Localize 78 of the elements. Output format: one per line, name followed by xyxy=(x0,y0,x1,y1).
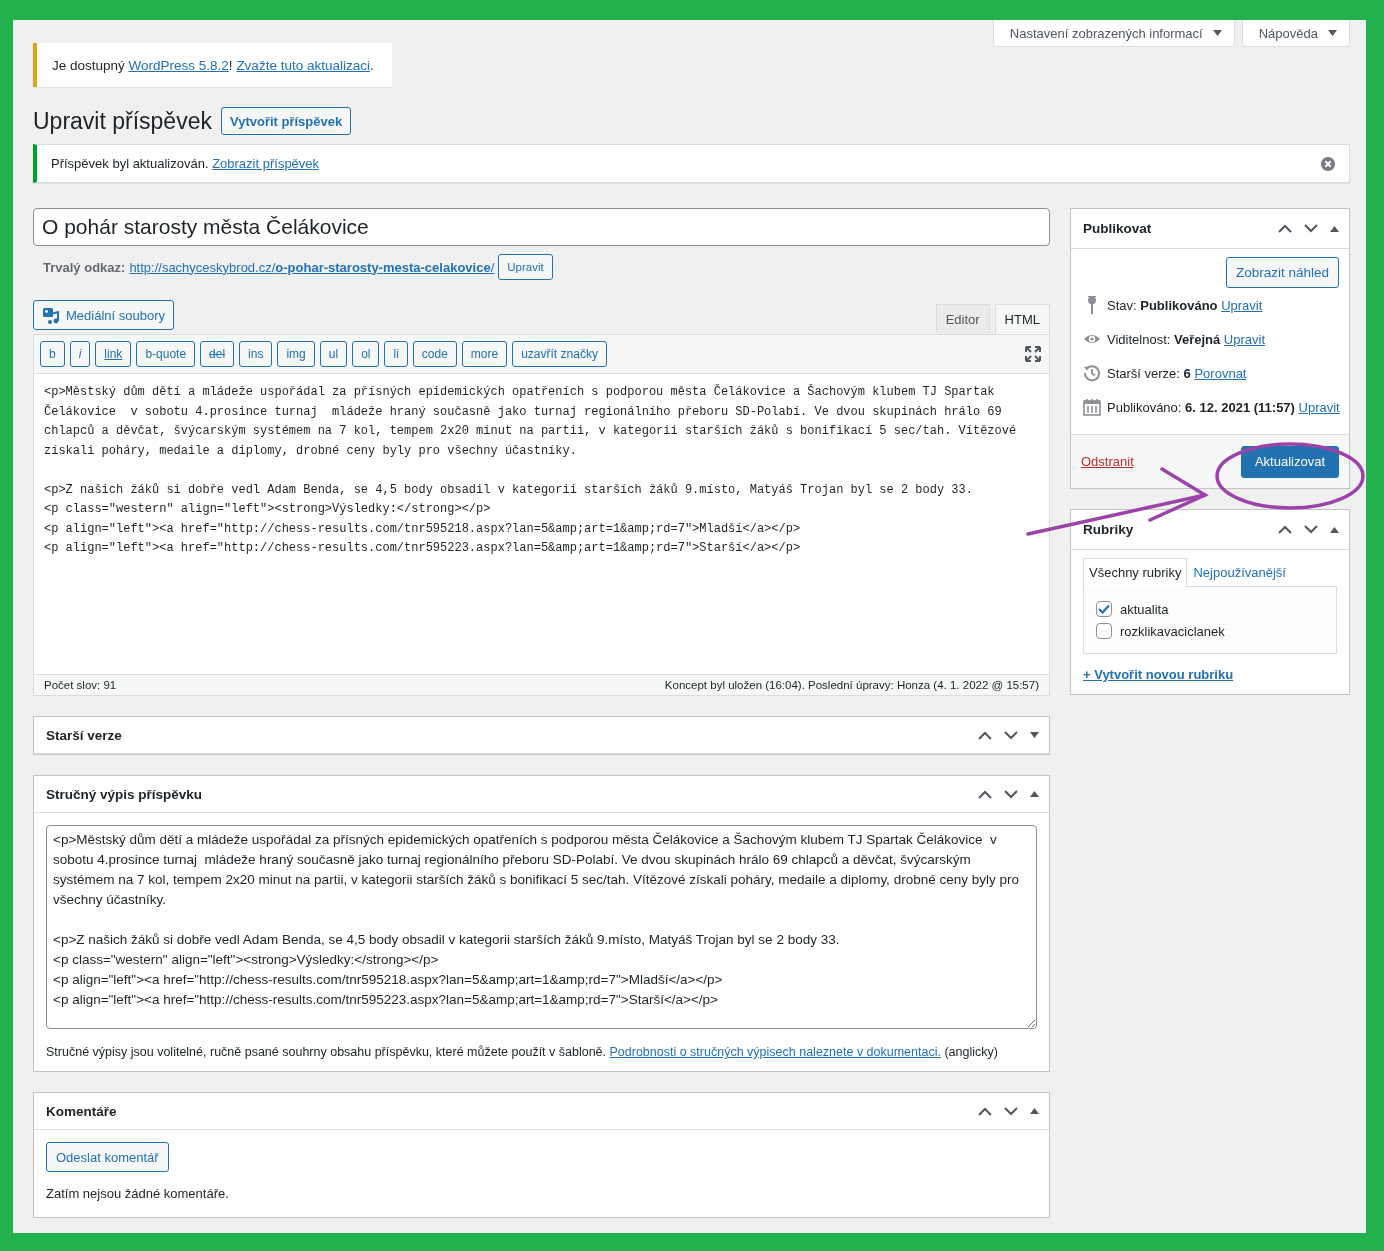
fullscreen-icon xyxy=(1025,346,1041,362)
quicktag-button[interactable]: img xyxy=(277,341,315,367)
media-icon xyxy=(42,306,60,324)
close-icon xyxy=(1321,156,1335,171)
checkbox[interactable] xyxy=(1096,623,1112,639)
publish-info-text: Viditelnost: Veřejná Upravit xyxy=(1107,331,1266,347)
chevron-up-icon xyxy=(978,1106,992,1116)
excerpt-textarea[interactable]: <p>Městský dům dětí a mládeže uspořádal za přísných epidemických opatřeních s podporou města Čelákovice a Šachovým klubem TJ Spartak Čelákovice v sobotu 4.prosince turnaj mládeže hraný současně jako turnaj regionálního přeboru SD-Polabí. Ve dvou skupinách hrálo 69 chlapců a děvčat, švýcarským systémem na 7 kol, tempem 2x20 minut na partii, v kategorii starších žáků s bonifikací 5 sec/tah. Vítězové získali poháry, medaile a diplomy, drobné ceny byly pro všechny účastníky. <p>Z našich žáků si dobře vedl Adam Benda, se 4,5 body obsadil v kategorii starších žáků 9.místo, Matyáš Trojan byl se 2 body 33. <p class="western" align="left"><strong>Výsledky:</strong></p> <p align="left"><a href="http://chess-results.com/tnr595218.aspx?lan=5&amp;art=1&amp;rd=7">Mladší</a></p> <p align="left"><a href="http://chess-results.com/tnr595223.aspx?lan=5&amp;art=1&amp;rd=7">Starší</a></p> xyxy=(46,825,1037,1029)
publish-info-text: Stav: Publikováno Upravit xyxy=(1107,297,1263,313)
excerpt-help-text: Stručné výpisy jsou volitelné, ručně psané souhrny obsahu příspěvku, které můžete použít v šabloně. Podrobnosti o stručných výpisech naleznete v dokumentaci. (anglicky) xyxy=(46,1045,999,1059)
quicktag-button[interactable]: i xyxy=(69,341,91,367)
link[interactable]: Upravit xyxy=(1221,297,1263,313)
chevron-up-icon xyxy=(978,789,992,799)
link[interactable]: Upravit xyxy=(1298,399,1340,415)
quicktag-button[interactable]: code xyxy=(412,341,457,367)
add-media-button[interactable]: Mediální soubory xyxy=(33,300,174,330)
calendar-icon xyxy=(1083,398,1101,416)
delete-link[interactable]: Odstranit xyxy=(1081,454,1134,469)
edit-permalink-button[interactable]: Upravit xyxy=(498,254,553,280)
quicktag-button[interactable]: li xyxy=(384,341,408,367)
box-title: Rubriky xyxy=(1083,522,1134,537)
category-label: rozklikavaciclanek xyxy=(1120,623,1225,639)
quicktag-button[interactable]: more xyxy=(461,341,508,367)
editor-tab[interactable]: HTML xyxy=(994,304,1050,334)
category-label: aktualita xyxy=(1120,601,1169,617)
checkbox[interactable] xyxy=(1096,601,1112,617)
chevron-down-icon xyxy=(1004,789,1018,799)
preview-button[interactable]: Zobrazit náhled xyxy=(1225,257,1339,288)
permalink-link[interactable]: http://sachyceskybrod.cz/o-pohar-starosty-mesta-celakovice/ xyxy=(129,259,495,275)
quicktag-button[interactable]: ol xyxy=(352,341,380,367)
screen-options-tab[interactable]: Nastavení zobrazených informací xyxy=(992,20,1235,47)
no-comments-text: Zatím nejsou žádné komentáře. xyxy=(46,1186,230,1201)
chevron-up-icon xyxy=(978,730,992,740)
notice-text: Příspěvek byl aktualizován. Zobrazit příspěvek xyxy=(51,156,320,171)
word-count: Počet slov: 91 xyxy=(44,679,117,691)
quicktag-button[interactable]: b xyxy=(40,341,65,367)
chevron-down-icon xyxy=(1304,525,1318,534)
link[interactable]: Porovnat xyxy=(1194,365,1247,381)
chevron-down-icon xyxy=(1004,730,1018,740)
title-field[interactable]: O pohár starosty města Čelákovice xyxy=(33,208,1050,246)
category-tab[interactable]: Všechny rubriky xyxy=(1083,558,1188,587)
box-title: Starší verze xyxy=(46,727,122,743)
link[interactable]: Zvažte tuto aktualizaci xyxy=(236,57,370,73)
publish-info-text: Starší verze: 6 Porovnat xyxy=(1107,365,1247,381)
dropdown-triangle-icon xyxy=(1212,30,1222,36)
chevron-down-icon xyxy=(1004,1106,1018,1116)
checkmark-icon xyxy=(1098,604,1110,614)
editor-tab[interactable]: Editor xyxy=(935,304,990,333)
update-button[interactable]: Aktualizovat xyxy=(1240,445,1339,478)
chevron-down-icon xyxy=(1304,224,1318,233)
quicktag-button[interactable]: ins xyxy=(239,341,273,367)
box-title: Publikovat xyxy=(1083,221,1152,236)
category-tab[interactable]: Nejpoužívanější xyxy=(1187,558,1292,587)
autosave-info: Koncept byl uložen (16:04). Poslední úpravy: Honza (4. 1. 2022 @ 15:57) xyxy=(664,679,1039,691)
add-new-button[interactable]: Vytvořit příspěvek xyxy=(220,107,352,135)
link[interactable]: WordPress 5.8.2 xyxy=(128,57,229,73)
permalink-label: Trvalý odkaz: xyxy=(43,259,126,275)
link[interactable]: Upravit xyxy=(1223,331,1266,347)
quicktag-button[interactable]: uzavřít značky xyxy=(512,341,607,367)
link[interactable]: Zobrazit příspěvek xyxy=(212,156,320,171)
quicktag-button[interactable]: b-quote xyxy=(136,341,196,367)
box-title: Stručný výpis příspěvku xyxy=(46,786,203,802)
quicktag-button[interactable]: ul xyxy=(319,341,348,367)
html-editor[interactable] xyxy=(33,334,1050,696)
screen-options-tab[interactable]: Nápověda xyxy=(1241,20,1350,47)
notice-text: Je dostupný WordPress 5.8.2! Zvažte tuto aktualizaci. xyxy=(52,57,374,73)
page-title: Upravit příspěvek xyxy=(33,107,212,135)
box-title: Komentáře xyxy=(46,1103,117,1119)
link[interactable]: Podrobnosti o stručných výpisech naleznete v dokumentaci. xyxy=(609,1045,941,1059)
chevron-up-icon xyxy=(1278,224,1292,233)
dropdown-triangle-icon xyxy=(1328,30,1337,36)
quicktag-button[interactable]: del xyxy=(200,341,235,367)
chevron-up-icon xyxy=(1278,525,1292,534)
history-icon xyxy=(1083,364,1101,382)
add-category-link[interactable]: + Vytvořit novou rubriku xyxy=(1083,667,1234,682)
add-comment-button[interactable]: Odeslat komentář xyxy=(46,1142,169,1172)
quicktag-button[interactable]: link xyxy=(95,341,132,367)
publish-info-text: Publikováno: 6. 12. 2021 (11:57) Upravit xyxy=(1107,399,1340,415)
